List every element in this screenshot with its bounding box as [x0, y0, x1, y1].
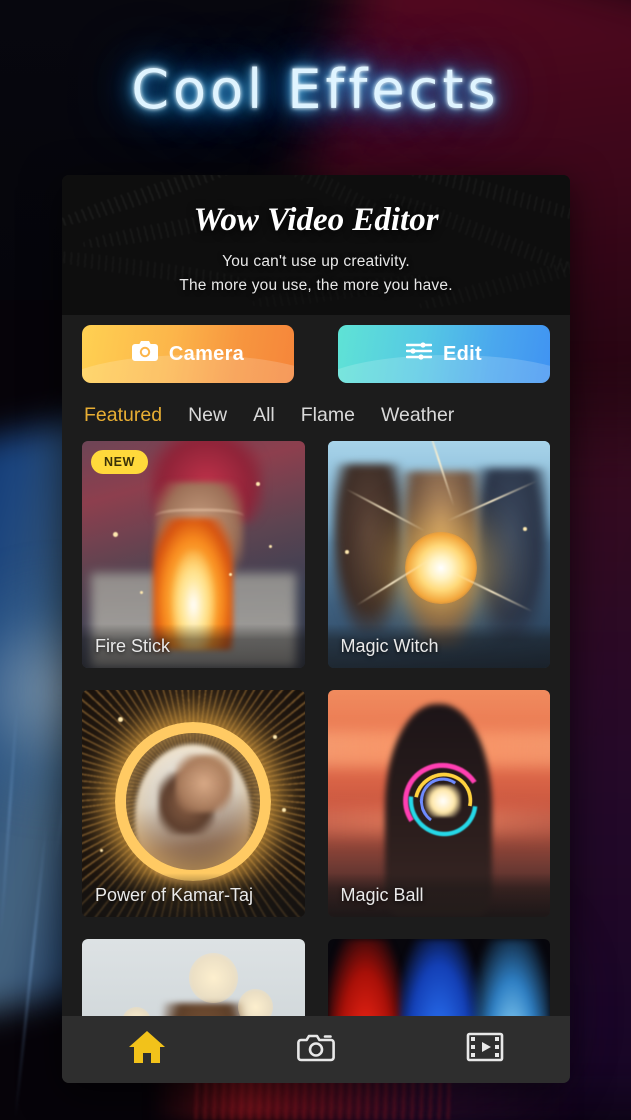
effect-card-magic-ball[interactable]: Magic Ball: [327, 690, 550, 917]
tab-new[interactable]: New: [188, 404, 227, 427]
camera-button-label: Camera: [168, 342, 245, 365]
action-button-row: Camera Edit: [62, 315, 570, 383]
effect-card-title: Fire Stick: [82, 624, 305, 668]
new-badge: NEW: [91, 450, 148, 474]
category-tabs: Featured New All Flame Weather: [62, 383, 570, 441]
effect-card-power-of-kamar-taj[interactable]: Power of Kamar-Taj: [82, 690, 305, 917]
edit-button-label: Edit: [443, 342, 482, 365]
camera-icon: [131, 340, 158, 368]
app-title: Wow Video Editor: [193, 202, 439, 238]
app-screen: Wow Video Editor You can't use up creati…: [62, 175, 570, 1083]
app-tagline-line1: You can't use up creativity.: [222, 253, 410, 270]
camera-icon: [296, 1030, 336, 1069]
nav-item-video[interactable]: [401, 1030, 570, 1069]
app-tagline-line2: The more you use, the more you have.: [179, 277, 453, 294]
nav-item-camera[interactable]: [231, 1030, 400, 1069]
effect-card-title: Magic Ball: [327, 873, 550, 917]
film-icon: [466, 1030, 504, 1069]
tab-all[interactable]: All: [253, 404, 275, 427]
tab-featured[interactable]: Featured: [84, 404, 162, 427]
camera-button[interactable]: Camera: [82, 325, 294, 383]
app-header: Wow Video Editor You can't use up creati…: [62, 175, 570, 315]
edit-button[interactable]: Edit: [338, 325, 550, 383]
nav-item-home[interactable]: [62, 1029, 231, 1070]
poster-neon-title: Cool Effects: [131, 58, 500, 121]
effect-card-fire-stick[interactable]: NEW Fire Stick: [82, 441, 305, 668]
effect-card-magic-witch[interactable]: Magic Witch: [327, 441, 550, 668]
tab-flame[interactable]: Flame: [301, 404, 355, 427]
effects-grid: NEW Fire Stick Magic Witch Power of Kama…: [62, 441, 570, 1083]
bottom-navigation-bar: [62, 1016, 570, 1083]
effect-card-title: Power of Kamar-Taj: [82, 873, 305, 917]
tab-weather[interactable]: Weather: [381, 404, 454, 427]
sliders-icon: [405, 340, 433, 368]
home-icon: [127, 1029, 167, 1070]
effect-card-title: Magic Witch: [327, 624, 550, 668]
